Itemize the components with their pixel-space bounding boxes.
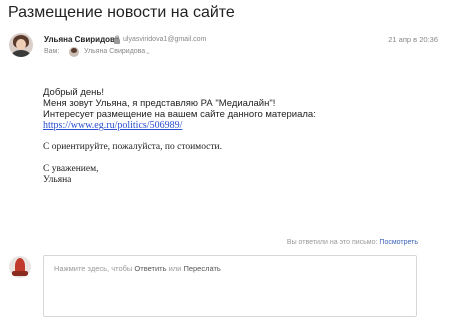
recipient-name[interactable]: Ульяна Свиридова bbox=[84, 48, 145, 55]
reply-hint: Нажмите здесь, чтобы Ответить или Пересл… bbox=[54, 264, 221, 273]
avatar-face bbox=[16, 39, 26, 50]
reply-box[interactable]: Нажмите здесь, чтобы Ответить или Пересл… bbox=[43, 255, 417, 317]
view-reply-link[interactable]: Посмотреть bbox=[379, 239, 418, 246]
recipient-label: Вам: bbox=[44, 48, 60, 55]
chevron-down-icon[interactable]: ⌄ bbox=[145, 48, 151, 56]
email-subject: Размещение новости на сайте bbox=[8, 4, 235, 21]
sender-name[interactable]: Ульяна Свиридова bbox=[44, 35, 119, 44]
body-signature: Ульяна bbox=[43, 175, 72, 185]
recipient-avatar bbox=[69, 47, 79, 57]
body-request: С ориентируйте, пожалуйста, по стоимости… bbox=[43, 142, 223, 152]
reply-prefix: Нажмите здесь, чтобы bbox=[54, 264, 133, 273]
sender-avatar[interactable] bbox=[9, 33, 33, 57]
body-greeting: Добрый день! bbox=[43, 87, 104, 98]
lock-icon bbox=[114, 35, 120, 44]
email-body: Добрый день! Меня зовут Ульяна, я предст… bbox=[43, 87, 316, 186]
body-closing: С уважением, bbox=[43, 164, 99, 174]
avatar-body bbox=[12, 50, 30, 57]
forward-link[interactable]: Переслать bbox=[183, 264, 220, 273]
body-interest: Интересует размещение на вашем сайте дан… bbox=[43, 109, 316, 120]
article-link[interactable]: https://www.eg.ru/politics/506989/ bbox=[43, 120, 182, 131]
sender-email[interactable]: ulyasviridova1@gmail.com bbox=[123, 36, 206, 43]
replied-text: Вы ответили на это письмо: bbox=[286, 239, 378, 246]
reply-or: или bbox=[168, 264, 182, 273]
body-intro: Меня зовут Ульяна, я представляю РА "Мед… bbox=[43, 98, 276, 109]
reply-link[interactable]: Ответить bbox=[134, 264, 166, 273]
current-user-avatar bbox=[9, 256, 31, 278]
replied-notice: Вы ответили на это письмо: Посмотреть bbox=[287, 239, 418, 246]
email-date: 21 апр в 20:36 bbox=[388, 35, 438, 44]
